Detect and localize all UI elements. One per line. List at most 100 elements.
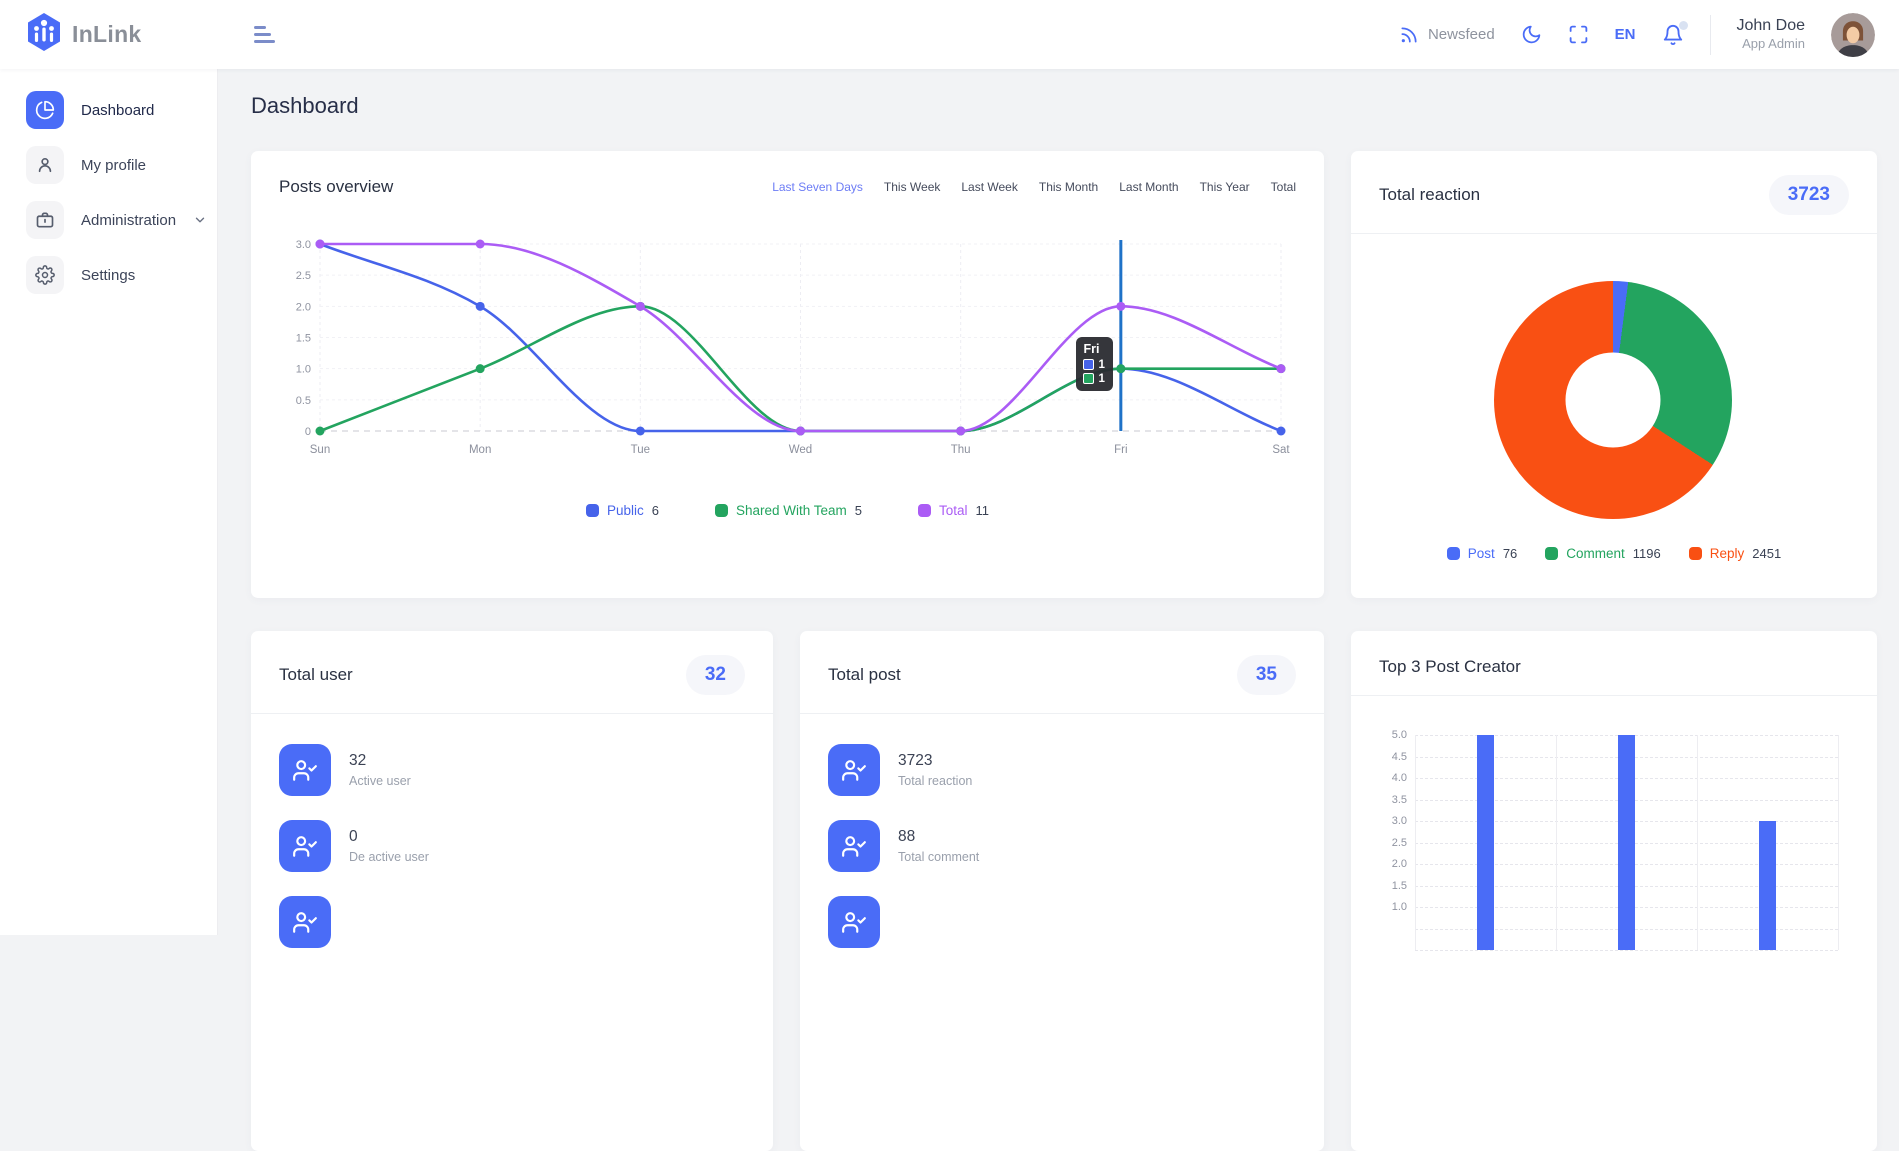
tooltip-value: 1 [1098,359,1104,371]
legend-item-post[interactable]: Post76 [1447,546,1517,561]
total-user-card: Total user32 32Active user 0De active user [251,631,773,1151]
sidebar-item-label: Settings [81,267,135,284]
stat-row [828,896,1296,948]
stat-row: 3723 Total reaction [828,744,1296,796]
legend-label: Reply [1710,546,1745,561]
user-icon [26,146,64,184]
chart-tooltip: Fri11 [1076,337,1112,391]
posts-overview-card: Posts overview Last Seven DaysThis WeekL… [251,151,1324,598]
stat-text: 88 Total comment [898,828,979,864]
gridline [1556,735,1557,950]
axis-tick-label: 1.5 [1367,880,1407,892]
brand-name: InLink [72,21,142,48]
total-reaction-title: Total reaction [1379,185,1480,205]
legend-label: Public [607,503,644,518]
total-user-title: Total user [279,665,353,685]
tooltip-value: 1 [1098,373,1104,385]
legend-swatch [1689,547,1702,560]
filter-this-month[interactable]: This Month [1039,180,1098,194]
user-name: John Doe [1737,16,1806,36]
stat-row: 0De active user [279,820,745,872]
stat-label: Total reaction [898,774,972,788]
reaction-donut-legend: Post76 Comment1196 Reply2451 [1351,546,1877,561]
stat-text: 32Active user [349,752,411,788]
legend-item-total[interactable]: Total11 [918,503,989,518]
sidebar-item-administration[interactable]: Administration [26,201,206,239]
svg-text:0: 0 [305,426,311,438]
tooltip-series-swatch [1083,359,1094,370]
total-post-card: Total post 35 3723 Total reaction 88 Total co… [800,631,1324,1151]
gridline [1697,735,1698,950]
stat-label: Total comment [898,850,979,864]
newsfeed-link[interactable]: Newsfeed [1399,25,1495,45]
stat-rows: 3723 Total reaction 88 Total comment [800,714,1324,948]
axis-tick-label: 4.5 [1367,751,1407,763]
brand-logo-icon [26,12,62,57]
stat-row: 88 Total comment [828,820,1296,872]
legend-item-reply[interactable]: Reply2451 [1689,546,1781,561]
axis-tick-label: 4.0 [1367,772,1407,784]
menu-toggle-button[interactable] [254,26,275,43]
total-post-title: Total post [828,665,901,685]
chevron-down-icon [193,213,207,227]
stat-value: 88 [898,828,979,846]
sidebar-item-my-profile[interactable]: My profile [26,146,206,184]
sidebar-item-dashboard[interactable]: Dashboard [26,91,206,129]
svg-text:Sat: Sat [1272,444,1290,456]
avatar[interactable] [1831,13,1875,57]
stat-text: 0De active user [349,828,429,864]
pie-chart-icon [26,91,64,129]
divider [1351,233,1877,234]
svg-text:1.5: 1.5 [296,333,311,345]
legend-label: Total [939,503,968,518]
svg-text:0.5: 0.5 [296,395,311,407]
sidebar-item-settings[interactable]: Settings [26,256,206,294]
axis-tick-label: 2.0 [1367,858,1407,870]
svg-text:Tue: Tue [631,444,650,456]
legend-item-comment[interactable]: Comment1196 [1545,546,1660,561]
notification-dot [1679,21,1688,30]
filter-total[interactable]: Total [1271,180,1296,194]
card-header: Total user32 [251,631,773,695]
total-post-badge: 35 [1237,655,1296,695]
tooltip-series-swatch [1083,373,1094,384]
filter-this-year[interactable]: This Year [1200,180,1250,194]
user-check-icon [828,744,880,796]
chart-period-filters: Last Seven Days This Week Last Week This Mo… [772,180,1296,194]
stat-label: Active user [349,774,411,788]
top-creators-card: Top 3 Post Creator 5.04.54.03.53.02.52.0… [1351,631,1877,1151]
top-creators-bar-chart: 5.04.54.03.53.02.52.01.51.0 [1351,696,1877,1096]
legend-item-public[interactable]: Public6 [586,503,659,518]
header-divider [1710,15,1711,55]
filter-last-week[interactable]: Last Week [961,180,1017,194]
language-selector[interactable]: EN [1615,26,1636,43]
legend-value: 76 [1503,546,1517,561]
stat-row: 32Active user [279,744,745,796]
sidebar-item-label: Dashboard [81,102,154,119]
main-content: Dashboard Posts overview Last Seven Days… [218,69,1899,935]
posts-line-chart: 3.02.52.01.51.00.50SunMonTueWedThuFriSat… [279,227,1296,477]
rss-icon [1399,25,1419,45]
legend-item-shared-with-team[interactable]: Shared With Team5 [715,503,862,518]
notifications-button[interactable] [1662,24,1684,46]
axis-tick-label: 5.0 [1367,729,1407,741]
svg-text:Sun: Sun [310,444,330,456]
filter-this-week[interactable]: This Week [884,180,940,194]
axis-tick-label: 3.0 [1367,815,1407,827]
axis-tick-label: 2.5 [1367,837,1407,849]
sidebar: Dashboard My profile Administration Setting… [0,69,218,935]
stat-value: 3723 [898,752,972,770]
top-creators-title: Top 3 Post Creator [1379,657,1521,677]
filter-last-month[interactable]: Last Month [1119,180,1178,194]
fullscreen-button[interactable] [1568,24,1589,45]
top-bar: InLink Newsfeed [0,0,1899,69]
svg-text:2.0: 2.0 [296,301,311,313]
stat-rows: 32Active user 0De active user [251,714,773,948]
gridline [1415,950,1838,951]
user-info[interactable]: John Doe App Admin [1737,16,1806,52]
legend-label: Shared With Team [736,503,847,518]
stat-label: De active user [349,850,429,864]
dark-mode-toggle[interactable] [1521,24,1542,45]
filter-last-seven-days[interactable]: Last Seven Days [772,180,863,194]
bar [1618,735,1635,950]
